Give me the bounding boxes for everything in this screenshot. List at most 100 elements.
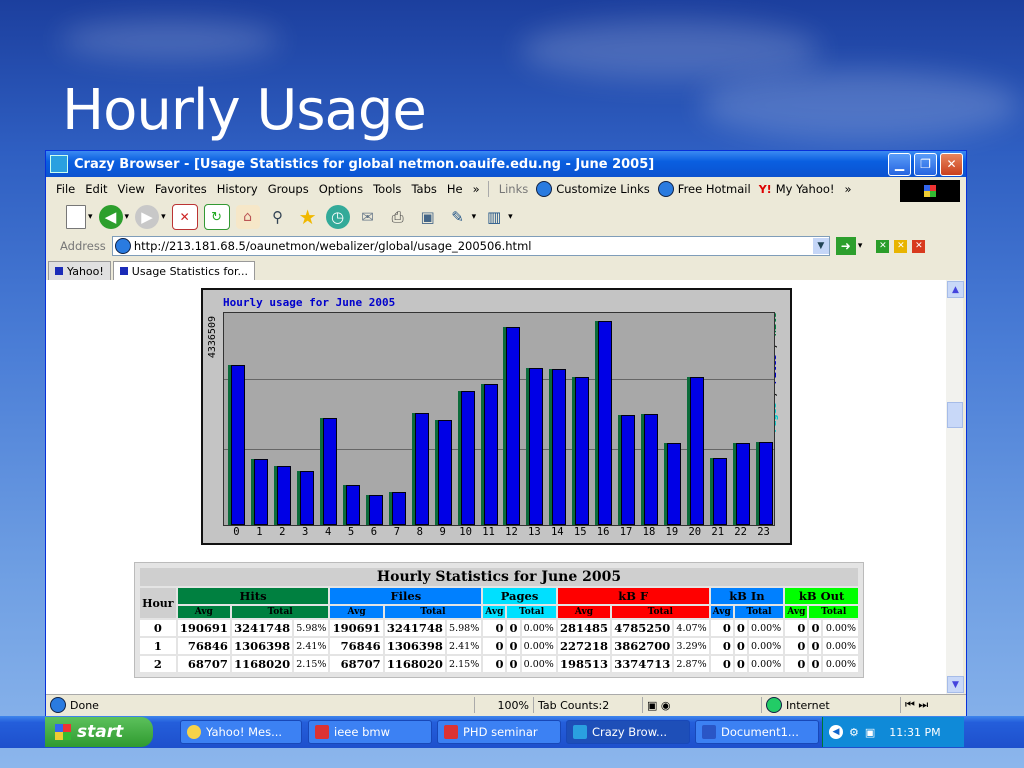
new-page-icon[interactable] — [66, 205, 86, 229]
status-bar: Done 100% Tab Counts:2 ▣ ◉ Internet ⏮ ⏭ — [46, 694, 966, 715]
tools-icon[interactable]: ▥ — [482, 205, 506, 229]
address-dropdown-icon[interactable]: ▼ — [812, 238, 829, 254]
task-yahoo-messenger[interactable]: Yahoo! Mes... — [180, 720, 302, 744]
chart-bar — [758, 442, 773, 525]
chart-bar — [323, 418, 338, 525]
menu-view[interactable]: View — [118, 182, 145, 196]
windows-flag-icon — [55, 724, 71, 740]
minimize-button[interactable]: ▁ — [888, 152, 911, 176]
stats-pages-total-cell: 0 — [507, 638, 520, 654]
menu-file[interactable]: File — [56, 182, 75, 196]
restore-button[interactable]: ❐ — [914, 152, 937, 176]
stats-kbin-pct-cell: 0.00% — [748, 656, 784, 672]
back-icon[interactable]: ◀ — [98, 205, 123, 229]
scroll-up-icon[interactable]: ▲ — [947, 281, 964, 298]
link-my-yahoo[interactable]: Y! My Yahoo! — [759, 182, 835, 196]
links-overflow-chevron-icon[interactable]: » — [845, 182, 852, 196]
stats-kbf-pct-cell: 2.87% — [674, 656, 709, 672]
browser-window: Crazy Browser - [Usage Statistics for gl… — [45, 150, 967, 717]
stats-kbf-pct-cell: 3.29% — [674, 638, 709, 654]
chart-bar — [666, 443, 681, 525]
network-icon: ▣ — [647, 698, 658, 712]
task-phd-seminar[interactable]: PHD seminar — [437, 720, 561, 744]
menu-help[interactable]: He — [447, 182, 463, 196]
dropdown-arrow-icon[interactable]: ▾ — [161, 212, 166, 222]
stats-kbin-avg-cell: 0 — [710, 620, 733, 636]
chart-bar — [575, 377, 590, 525]
stats-hits-total-cell: 1306398 — [231, 638, 293, 654]
chart-bar — [300, 471, 315, 525]
print-icon[interactable]: ⎙ — [386, 205, 410, 229]
task-document1[interactable]: Document1... — [695, 720, 819, 744]
tab-usage-statistics[interactable]: Usage Statistics for... — [112, 261, 255, 280]
forward-icon[interactable]: ▶ — [135, 205, 160, 229]
tab-page-icon — [55, 267, 63, 275]
menu-tools[interactable]: Tools — [373, 182, 401, 196]
menu-options[interactable]: Options — [319, 182, 363, 196]
monitor-tray-icon[interactable]: ▣ — [865, 726, 875, 739]
vertical-scrollbar[interactable]: ▲ ▼ — [946, 280, 964, 694]
stop-icon[interactable]: ✕ — [171, 204, 198, 230]
stats-files-pct-cell: 2.15% — [446, 656, 482, 672]
scroll-down-icon[interactable]: ▼ — [947, 676, 964, 693]
menu-favorites[interactable]: Favorites — [155, 182, 207, 196]
stats-kbout-avg-cell: 0 — [785, 656, 808, 672]
background-cloud — [520, 20, 820, 80]
scroll-thumb[interactable] — [947, 402, 963, 428]
clock[interactable]: 11:31 PM — [889, 726, 940, 739]
page-nav-icons[interactable]: ⏮ ⏭ — [901, 697, 932, 713]
show-hidden-icons-chevron-icon[interactable]: ◀ — [829, 725, 843, 739]
dropdown-arrow-icon[interactable]: ▾ — [88, 212, 93, 222]
stats-kbf-total-cell: 3862700 — [612, 638, 673, 654]
stats-kbout-pct-cell: 0.00% — [823, 656, 858, 672]
chart-bar — [254, 459, 269, 525]
dropdown-arrow-icon[interactable]: ▾ — [508, 212, 513, 222]
menu-groups[interactable]: Groups — [268, 182, 309, 196]
refresh-icon[interactable]: ↻ — [203, 204, 230, 230]
stats-hits-pct-cell: 2.15% — [294, 656, 329, 672]
link-customize-links[interactable]: Customize Links — [536, 181, 650, 197]
media-icon[interactable]: ▣ — [416, 205, 440, 229]
dropdown-arrow-icon[interactable]: ▾ — [858, 241, 863, 251]
chart-bar — [368, 495, 383, 525]
stats-kbf-pct-cell: 4.07% — [674, 620, 709, 636]
close-button[interactable]: ✕ — [940, 152, 963, 176]
close-tab-yellow-icon[interactable]: ✕ — [894, 239, 908, 253]
go-button[interactable]: ➜ — [835, 237, 856, 255]
title-bar[interactable]: Crazy Browser - [Usage Statistics for gl… — [46, 151, 966, 177]
history-icon[interactable]: ◷ — [325, 205, 350, 229]
network-tray-icon[interactable]: ⚙ — [849, 726, 859, 739]
menu-edit[interactable]: Edit — [85, 182, 107, 196]
menu-tabs[interactable]: Tabs — [411, 182, 436, 196]
close-tab-green-icon[interactable]: ✕ — [876, 239, 890, 253]
mail-icon[interactable]: ✉ — [356, 205, 380, 229]
search-icon[interactable]: ⚲ — [266, 205, 290, 229]
favorites-icon[interactable]: ★ — [296, 205, 320, 229]
zoom-level[interactable]: 100% — [475, 697, 534, 713]
menu-overflow-chevron-icon[interactable]: » — [473, 182, 480, 196]
address-url[interactable]: http://213.181.68.5/oaunetmon/webalizer/… — [134, 239, 532, 253]
close-tab-red-icon[interactable]: ✕ — [912, 239, 926, 253]
chart-bar — [506, 327, 521, 525]
menu-history[interactable]: History — [217, 182, 258, 196]
chart-x-tick: 18 — [642, 526, 656, 538]
address-input[interactable]: http://213.181.68.5/oaunetmon/webalizer/… — [111, 236, 830, 256]
address-label: Address — [60, 239, 106, 253]
start-button[interactable]: start — [45, 717, 153, 747]
task-ieee-bmw[interactable]: ieee bmw — [308, 720, 432, 744]
dropdown-arrow-icon[interactable]: ▾ — [472, 212, 477, 222]
yahoo-smiley-icon — [187, 725, 201, 739]
sub-total: Total — [734, 606, 784, 618]
chart-bar — [621, 415, 636, 525]
windows-taskbar: start Yahoo! Mes... ieee bmw PHD seminar… — [0, 716, 1024, 748]
tab-label: Yahoo! — [67, 264, 104, 278]
tab-yahoo[interactable]: Yahoo! — [48, 261, 111, 280]
link-free-hotmail[interactable]: Free Hotmail — [657, 181, 751, 197]
stats-row: 0 190691 3241748 5.98% 190691 3241748 5.98% 0 0 0… — [140, 620, 858, 636]
home-icon[interactable]: ⌂ — [235, 205, 260, 229]
stats-title: Hourly Statistics for June 2005 — [140, 568, 858, 586]
dropdown-arrow-icon[interactable]: ▾ — [125, 212, 130, 222]
stats-files-total-cell: 1168020 — [384, 656, 445, 672]
edit-icon[interactable]: ✎ — [446, 205, 470, 229]
task-crazy-browser[interactable]: Crazy Brow... — [566, 720, 690, 744]
